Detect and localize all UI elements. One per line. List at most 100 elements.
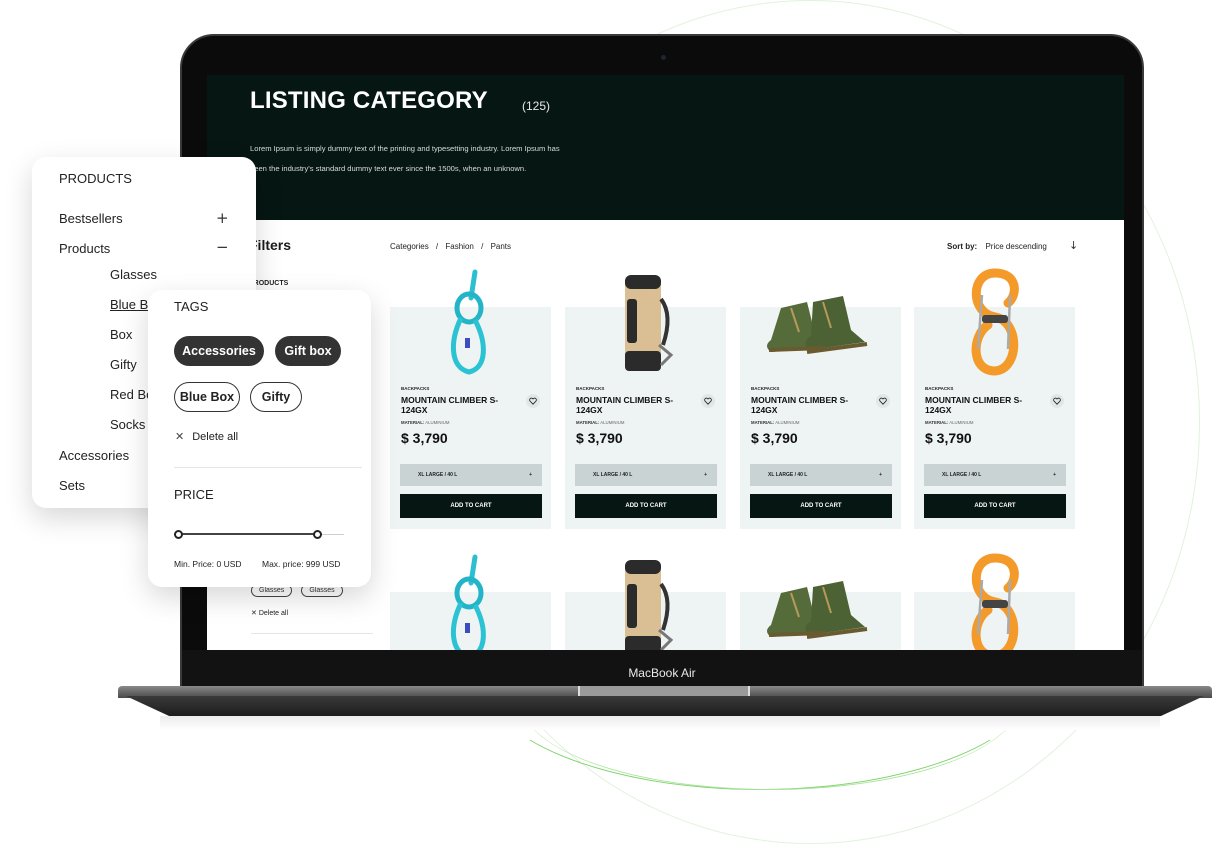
product-image-boots[interactable] xyxy=(740,550,901,650)
material-label: MATERIAL: xyxy=(576,420,600,425)
product-image-backpack[interactable] xyxy=(565,550,726,650)
tags-title: TAGS xyxy=(174,299,209,314)
product-name[interactable]: MOUNTAIN CLIMBER S-124GX xyxy=(576,395,686,415)
item-count: (125) xyxy=(522,99,551,113)
add-to-cart-button[interactable]: ADD TO CART xyxy=(750,494,892,518)
material-value: ALUMINIUM xyxy=(775,420,800,425)
category-sets[interactable]: Sets xyxy=(59,478,85,493)
category-bestsellers[interactable]: Bestsellers xyxy=(59,211,123,226)
product-category: BACKPACKS xyxy=(925,386,954,391)
close-icon: ✕ xyxy=(175,431,185,443)
laptop-base-bottom xyxy=(126,696,1204,716)
sort-control[interactable]: Sort by: Price descending xyxy=(947,242,1047,251)
product-name[interactable]: MOUNTAIN CLIMBER S-124GX xyxy=(401,395,511,415)
divider xyxy=(174,467,362,468)
variant-label: XL LARGE / 40 L xyxy=(418,472,458,478)
plus-icon[interactable]: + xyxy=(704,472,707,478)
variant-label: XL LARGE / 40 L xyxy=(768,472,808,478)
variant-label: XL LARGE / 40 L xyxy=(593,472,633,478)
variant-selector[interactable]: XL LARGE / 40 L + xyxy=(400,464,542,486)
plus-icon[interactable]: + xyxy=(1053,472,1056,478)
breadcrumb-categories[interactable]: Categories xyxy=(390,242,429,251)
product-image-backpack[interactable] xyxy=(565,265,726,380)
plus-icon[interactable]: + xyxy=(529,472,532,478)
delete-all-button[interactable]: ✕ Delete all xyxy=(175,430,238,443)
product-price: $ 3,790 xyxy=(751,430,798,446)
product-image-carabiner[interactable] xyxy=(914,265,1075,380)
material-value: ALUMINIUM xyxy=(425,420,450,425)
product-material: MATERIAL: ALUMINIUM xyxy=(751,420,799,425)
heart-icon[interactable] xyxy=(701,394,715,408)
price-title: PRICE xyxy=(174,487,214,502)
price-slider-min-handle[interactable] xyxy=(174,530,183,539)
product-category: BACKPACKS xyxy=(576,386,605,391)
category-description: Lorem Ipsum is simply dummy text of the … xyxy=(250,139,630,179)
subcategory-glasses[interactable]: Glasses xyxy=(110,267,157,282)
laptop-hinge xyxy=(578,686,750,696)
divider xyxy=(251,633,373,634)
product-image-rope-knot[interactable] xyxy=(390,550,551,650)
material-label: MATERIAL: xyxy=(751,420,775,425)
product-material: MATERIAL: ALUMINIUM xyxy=(925,420,973,425)
laptop-chin: MacBook Air xyxy=(182,650,1142,688)
arrow-down-icon[interactable]: ↓ xyxy=(1069,239,1078,252)
product-material: MATERIAL: ALUMINIUM xyxy=(401,420,449,425)
product-image-boots[interactable] xyxy=(740,265,901,380)
product-category: BACKPACKS xyxy=(401,386,430,391)
product-category: BACKPACKS xyxy=(751,386,780,391)
variant-selector[interactable]: XL LARGE / 40 L + xyxy=(750,464,892,486)
add-to-cart-button[interactable]: ADD TO CART xyxy=(575,494,717,518)
price-slider-max-handle[interactable] xyxy=(313,530,323,539)
close-icon: ✕ xyxy=(251,610,259,617)
tag-gift-box[interactable]: Gift box xyxy=(275,336,341,366)
breadcrumb-separator: / xyxy=(481,242,484,251)
description-line: been the industry's standard dummy text … xyxy=(250,164,527,173)
tag-gifty[interactable]: Gifty xyxy=(250,382,302,412)
subcategory-socks[interactable]: Socks xyxy=(110,417,145,432)
category-products[interactable]: Products xyxy=(59,241,110,256)
product-name[interactable]: MOUNTAIN CLIMBER S-124GX xyxy=(925,395,1035,415)
plus-icon[interactable]: + xyxy=(879,472,882,478)
min-price-label: Min. Price: 0 USD xyxy=(174,559,242,569)
product-image-carabiner[interactable] xyxy=(914,550,1075,650)
sort-value[interactable]: Price descending xyxy=(985,242,1046,251)
delete-all-label: Delete all xyxy=(258,610,288,617)
breadcrumb-separator: / xyxy=(435,242,439,251)
variant-selector[interactable]: XL LARGE / 40 L + xyxy=(575,464,717,486)
page-title: LISTING CATEGORY xyxy=(250,87,488,114)
heart-icon[interactable] xyxy=(1050,394,1064,408)
delete-all-label: Delete all xyxy=(192,431,239,443)
heart-icon[interactable] xyxy=(526,394,540,408)
breadcrumb-pants[interactable]: Pants xyxy=(491,242,511,251)
plus-icon[interactable]: + xyxy=(216,209,229,227)
device-label: MacBook Air xyxy=(628,666,696,680)
category-hero: LISTING CATEGORY (125) Lorem Ipsum is si… xyxy=(207,75,1124,220)
product-image-rope-knot[interactable] xyxy=(390,265,551,380)
add-to-cart-button[interactable]: ADD TO CART xyxy=(400,494,542,518)
camera-icon xyxy=(661,55,666,60)
tags-price-panel: TAGS Accessories Gift box Blue Box Gifty… xyxy=(148,290,371,587)
delete-all-button[interactable]: ✕ Delete all xyxy=(251,609,288,617)
product-price: $ 3,790 xyxy=(925,430,972,446)
variant-selector[interactable]: XL LARGE / 40 L + xyxy=(924,464,1066,486)
description-line: Lorem Ipsum is simply dummy text of the … xyxy=(250,144,560,153)
tag-accessories[interactable]: Accessories xyxy=(174,336,264,366)
add-to-cart-button[interactable]: ADD TO CART xyxy=(924,494,1066,518)
variant-label: XL LARGE / 40 L xyxy=(942,472,982,478)
category-accessories[interactable]: Accessories xyxy=(59,448,129,463)
panel-title: PRODUCTS xyxy=(59,171,132,186)
tag-blue-box[interactable]: Blue Box xyxy=(174,382,240,412)
price-slider-range xyxy=(178,533,318,535)
laptop-shadow xyxy=(160,716,1160,730)
product-price: $ 3,790 xyxy=(576,430,623,446)
subcategory-box[interactable]: Box xyxy=(110,327,132,342)
max-price-label: Max. price: 999 USD xyxy=(262,559,341,569)
product-material: MATERIAL: ALUMINIUM xyxy=(576,420,624,425)
material-label: MATERIAL: xyxy=(925,420,949,425)
heart-icon[interactable] xyxy=(876,394,890,408)
minus-icon[interactable]: − xyxy=(216,238,229,256)
product-name[interactable]: MOUNTAIN CLIMBER S-124GX xyxy=(751,395,861,415)
sort-label: Sort by: xyxy=(947,242,978,251)
breadcrumb-fashion[interactable]: Fashion xyxy=(445,242,473,251)
subcategory-gifty[interactable]: Gifty xyxy=(110,357,137,372)
